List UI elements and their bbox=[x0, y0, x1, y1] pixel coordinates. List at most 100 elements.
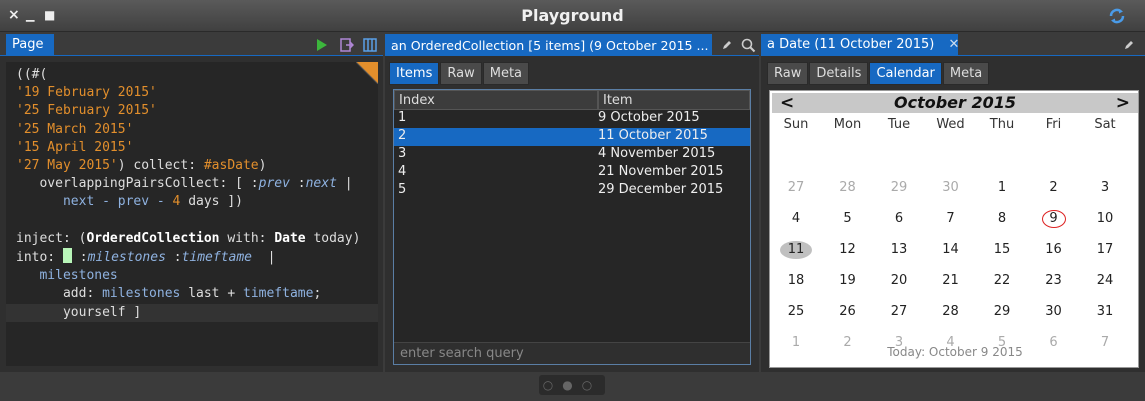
calendar-day[interactable]: 30 bbox=[1028, 302, 1080, 322]
tab-page[interactable]: Page bbox=[6, 34, 54, 56]
calendar-day[interactable]: 9 bbox=[1028, 209, 1080, 229]
code-token: days ]) bbox=[180, 194, 243, 210]
calendar-day[interactable]: 18 bbox=[770, 271, 822, 291]
calendar-day-number: 10 bbox=[1096, 211, 1114, 226]
collection-inspector-pane: an OrderedCollection [5 items] (9 Octobe… bbox=[385, 34, 759, 372]
collection-tab-raw[interactable]: Raw bbox=[440, 62, 482, 85]
search-icon[interactable] bbox=[741, 38, 756, 53]
weekday-label-thu: Thu bbox=[989, 117, 1015, 132]
collection-tab-items[interactable]: Items bbox=[389, 62, 440, 85]
row-index: 4 bbox=[398, 164, 407, 179]
calendar-day[interactable]: 20 bbox=[873, 271, 925, 291]
calendar-day[interactable]: 29 bbox=[976, 302, 1028, 322]
calendar-day[interactable]: 28 bbox=[822, 178, 874, 198]
calendar-day-number: 4 bbox=[791, 211, 801, 226]
collection-tab-meta[interactable]: Meta bbox=[482, 62, 530, 85]
calendar-day[interactable]: 29 bbox=[873, 178, 925, 198]
calendar-day[interactable]: 19 bbox=[822, 271, 874, 291]
calendar-day-number: 9 bbox=[1041, 210, 1066, 228]
code-line: '25 March 2015' bbox=[16, 121, 368, 139]
code-token: with: bbox=[219, 230, 275, 246]
calendar-day[interactable]: 3 bbox=[1079, 178, 1131, 198]
calendar-day[interactable]: 26 bbox=[822, 302, 874, 322]
calendar-day-number: 27 bbox=[787, 180, 805, 195]
calendar-day[interactable]: 8 bbox=[976, 209, 1028, 229]
column-header-index[interactable]: Index bbox=[394, 90, 598, 110]
calendar-day[interactable]: 27 bbox=[873, 302, 925, 322]
table-row[interactable]: 3 4 November 2015 bbox=[394, 146, 750, 164]
bindings-icon[interactable] bbox=[340, 38, 354, 52]
prev-month-button[interactable]: < bbox=[780, 93, 794, 113]
pencil-icon[interactable] bbox=[721, 39, 733, 51]
calendar-day-number: 24 bbox=[1096, 273, 1114, 288]
code-token: ((#( bbox=[16, 67, 48, 82]
tab-ordered-collection[interactable]: an OrderedCollection [5 items] (9 Octobe… bbox=[385, 34, 712, 56]
date-tab-calendar[interactable]: Calendar bbox=[869, 62, 942, 85]
code-editor[interactable]: ((#('19 February 2015' '25 February 2015'… bbox=[6, 62, 378, 366]
calendar-day[interactable]: 28 bbox=[925, 302, 977, 322]
calendar-day[interactable]: 12 bbox=[822, 240, 874, 260]
calendar-day[interactable]: 4 bbox=[770, 209, 822, 229]
calendar-day-number: 26 bbox=[839, 304, 856, 319]
calendar-day[interactable]: 25 bbox=[770, 302, 822, 322]
pager-dots[interactable]: ○●○ bbox=[539, 375, 605, 395]
refresh-icon[interactable] bbox=[1107, 7, 1127, 25]
calendar-day-number: 15 bbox=[993, 242, 1011, 257]
calendar-day[interactable]: 6 bbox=[873, 209, 925, 229]
calendar-day[interactable]: 2 bbox=[1028, 178, 1080, 198]
weekday-label-fri: Fri bbox=[1045, 117, 1062, 132]
calendar-day-number: 29 bbox=[993, 304, 1011, 319]
code-line: add: milestones last + timeftame; bbox=[16, 285, 368, 303]
calendar-header: < October 2015 > bbox=[772, 93, 1138, 113]
collection-view-tabs: Items Raw Meta bbox=[389, 62, 530, 85]
play-icon[interactable] bbox=[316, 38, 328, 52]
calendar-day[interactable]: 13 bbox=[873, 240, 925, 260]
calendar-day[interactable]: 22 bbox=[976, 271, 1028, 291]
calendar-day-number: 11 bbox=[780, 241, 812, 259]
date-tab-meta[interactable]: Meta bbox=[942, 62, 990, 85]
calendar-day[interactable]: 17 bbox=[1079, 240, 1131, 260]
date-tab-details[interactable]: Details bbox=[809, 62, 869, 85]
calendar-day[interactable]: 21 bbox=[925, 271, 977, 291]
table-row[interactable]: 5 29 December 2015 bbox=[394, 182, 750, 200]
code-line: into: :milestones :timeftame | bbox=[16, 248, 368, 267]
close-tab-icon[interactable]: ✕ bbox=[949, 37, 958, 52]
pencil-icon[interactable] bbox=[1123, 39, 1135, 51]
tab-date[interactable]: a Date (11 October 2015) ✕ bbox=[761, 34, 958, 56]
code-token: yourself ] bbox=[16, 304, 142, 320]
calendar-day[interactable]: 15 bbox=[976, 240, 1028, 260]
code-token: into: bbox=[16, 250, 63, 266]
table-row[interactable]: 4 21 November 2015 bbox=[394, 164, 750, 182]
search-input[interactable]: enter search query bbox=[394, 342, 750, 364]
calendar-day[interactable]: 5 bbox=[822, 209, 874, 229]
code-token: milestones bbox=[87, 250, 166, 266]
code-line: next - prev - 4 days ]) bbox=[16, 193, 368, 211]
panes-icon[interactable] bbox=[363, 38, 377, 52]
calendar-day[interactable]: 1 bbox=[976, 178, 1028, 198]
calendar-day[interactable]: 7 bbox=[925, 209, 977, 229]
table-row[interactable]: 2 11 October 2015 bbox=[394, 128, 750, 146]
calendar-day-number: 22 bbox=[993, 273, 1011, 288]
row-item: 21 November 2015 bbox=[598, 164, 724, 179]
calendar-day[interactable]: 24 bbox=[1079, 271, 1131, 291]
table-row[interactable]: 1 9 October 2015 bbox=[394, 110, 750, 128]
calendar-day[interactable]: 10 bbox=[1079, 209, 1131, 229]
code-token: today) bbox=[305, 230, 361, 246]
code-token: timeftame bbox=[243, 286, 314, 302]
date-view-tabs: Raw Details Calendar Meta bbox=[767, 62, 990, 85]
calendar-day[interactable]: 27 bbox=[770, 178, 822, 198]
column-header-item[interactable]: Item bbox=[598, 90, 750, 110]
calendar-day[interactable]: 31 bbox=[1079, 302, 1131, 322]
calendar-day[interactable]: 14 bbox=[925, 240, 977, 260]
items-list[interactable]: Index Item 1 9 October 2015 2 11 October 20… bbox=[393, 89, 751, 365]
calendar-day[interactable]: 16 bbox=[1028, 240, 1080, 260]
calendar-day[interactable]: 11 bbox=[770, 240, 822, 260]
date-inspector-pane: a Date (11 October 2015) ✕ Raw Details Cal… bbox=[761, 34, 1145, 372]
calendar-day[interactable]: 23 bbox=[1028, 271, 1080, 291]
calendar-day[interactable]: 30 bbox=[925, 178, 977, 198]
calendar-day-number: 28 bbox=[942, 304, 959, 319]
today-label[interactable]: Today: October 9 2015 bbox=[770, 345, 1140, 359]
code-line: '27 May 2015') collect: #asDate) bbox=[16, 157, 368, 175]
next-month-button[interactable]: > bbox=[1116, 93, 1130, 113]
date-tab-raw[interactable]: Raw bbox=[767, 62, 809, 85]
